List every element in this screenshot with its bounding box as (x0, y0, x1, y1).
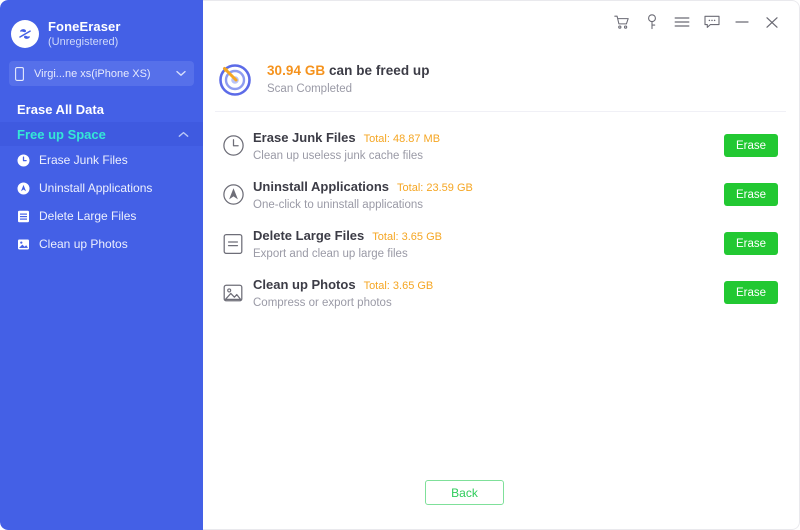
scan-summary: 30.94 GB can be freed up Scan Completed (215, 59, 430, 99)
eraser-logo-icon (11, 20, 39, 48)
table-row: Uninstall Applications Total: 23.59 GB O… (215, 170, 786, 219)
row-total: Total: 48.87 MB (363, 132, 441, 145)
sidebar-item-uninstall-applications[interactable]: Uninstall Applications (0, 174, 203, 202)
row-description: Clean up useless junk cache files (253, 149, 424, 162)
app-window: FoneEraser (Unregistered) Virgi...ne xs(… (0, 0, 800, 530)
table-row: Delete Large Files Total: 3.65 GB Export… (215, 219, 786, 268)
minimize-icon[interactable] (729, 9, 755, 35)
sidebar-item-erase-junk-files[interactable]: Erase Junk Files (0, 146, 203, 174)
sidebar-item-label: Delete Large Files (39, 209, 137, 223)
close-icon[interactable] (759, 9, 785, 35)
compass-icon (16, 182, 31, 195)
scan-status: Scan Completed (267, 83, 353, 95)
freed-space-amount: 30.94 GB (267, 63, 326, 78)
clock-icon (16, 154, 31, 167)
row-description: Export and clean up large files (253, 247, 408, 260)
scan-headline-rest: can be freed up (325, 63, 430, 78)
erase-button[interactable]: Erase (724, 183, 778, 206)
table-row: Erase Junk Files Total: 48.87 MB Clean u… (215, 121, 786, 170)
sidebar-item-clean-up-photos[interactable]: Clean up Photos (0, 230, 203, 258)
file-lines-icon (215, 233, 251, 255)
row-title: Delete Large Files (253, 227, 365, 243)
sidebar-group-label: Free up Space (17, 126, 106, 142)
scan-target-icon (215, 59, 255, 99)
file-lines-icon (16, 210, 31, 223)
scan-headline: 30.94 GB can be freed up (267, 63, 430, 78)
row-title: Uninstall Applications (253, 178, 390, 194)
cart-icon[interactable] (609, 9, 635, 35)
sidebar-item-delete-large-files[interactable]: Delete Large Files (0, 202, 203, 230)
main-panel: 30.94 GB can be freed up Scan Completed … (203, 0, 800, 530)
row-total: Total: 3.65 GB (372, 230, 442, 243)
device-name: Virgi...ne xs(iPhone XS) (34, 67, 151, 80)
brand-name: FoneEraser (48, 18, 121, 34)
sidebar-group-free-up-space[interactable]: Free up Space (0, 122, 203, 146)
sidebar-item-label: Erase Junk Files (39, 153, 128, 167)
sidebar-item-label: Clean up Photos (39, 237, 128, 251)
chevron-up-icon (178, 131, 189, 138)
window-titlebar (609, 1, 799, 43)
erase-button[interactable]: Erase (724, 134, 778, 157)
row-total: Total: 23.59 GB (397, 181, 473, 194)
row-title: Clean up Photos (253, 276, 356, 292)
erase-button[interactable]: Erase (724, 232, 778, 255)
photo-icon (215, 282, 251, 304)
sidebar-item-erase-all-data[interactable]: Erase All Data (0, 96, 203, 122)
sidebar-item-label: Uninstall Applications (39, 181, 153, 195)
key-icon[interactable] (639, 9, 665, 35)
sidebar-nav: Erase All Data Free up Space Erase Junk … (0, 96, 203, 258)
table-row: Clean up Photos Total: 3.65 GB Compress … (215, 268, 786, 317)
sidebar: FoneEraser (Unregistered) Virgi...ne xs(… (0, 0, 203, 530)
photo-icon (16, 238, 31, 251)
chevron-down-icon (174, 70, 186, 77)
row-description: One-click to uninstall applications (253, 198, 424, 211)
feedback-icon[interactable] (699, 9, 725, 35)
row-total: Total: 3.65 GB (363, 279, 434, 292)
menu-icon[interactable] (669, 9, 695, 35)
brand: FoneEraser (Unregistered) (0, 10, 203, 52)
device-selector[interactable]: Virgi...ne xs(iPhone XS) (9, 61, 194, 86)
row-description: Compress or export photos (253, 296, 392, 309)
cleanup-list: Erase Junk Files Total: 48.87 MB Clean u… (215, 121, 786, 317)
compass-icon (215, 183, 251, 206)
row-title: Erase Junk Files (253, 129, 356, 145)
phone-icon (15, 66, 27, 81)
brand-registration-status: (Unregistered) (48, 35, 119, 48)
header-divider (215, 111, 786, 112)
erase-button[interactable]: Erase (724, 281, 778, 304)
clock-icon (215, 134, 251, 157)
back-button[interactable]: Back (425, 480, 504, 505)
